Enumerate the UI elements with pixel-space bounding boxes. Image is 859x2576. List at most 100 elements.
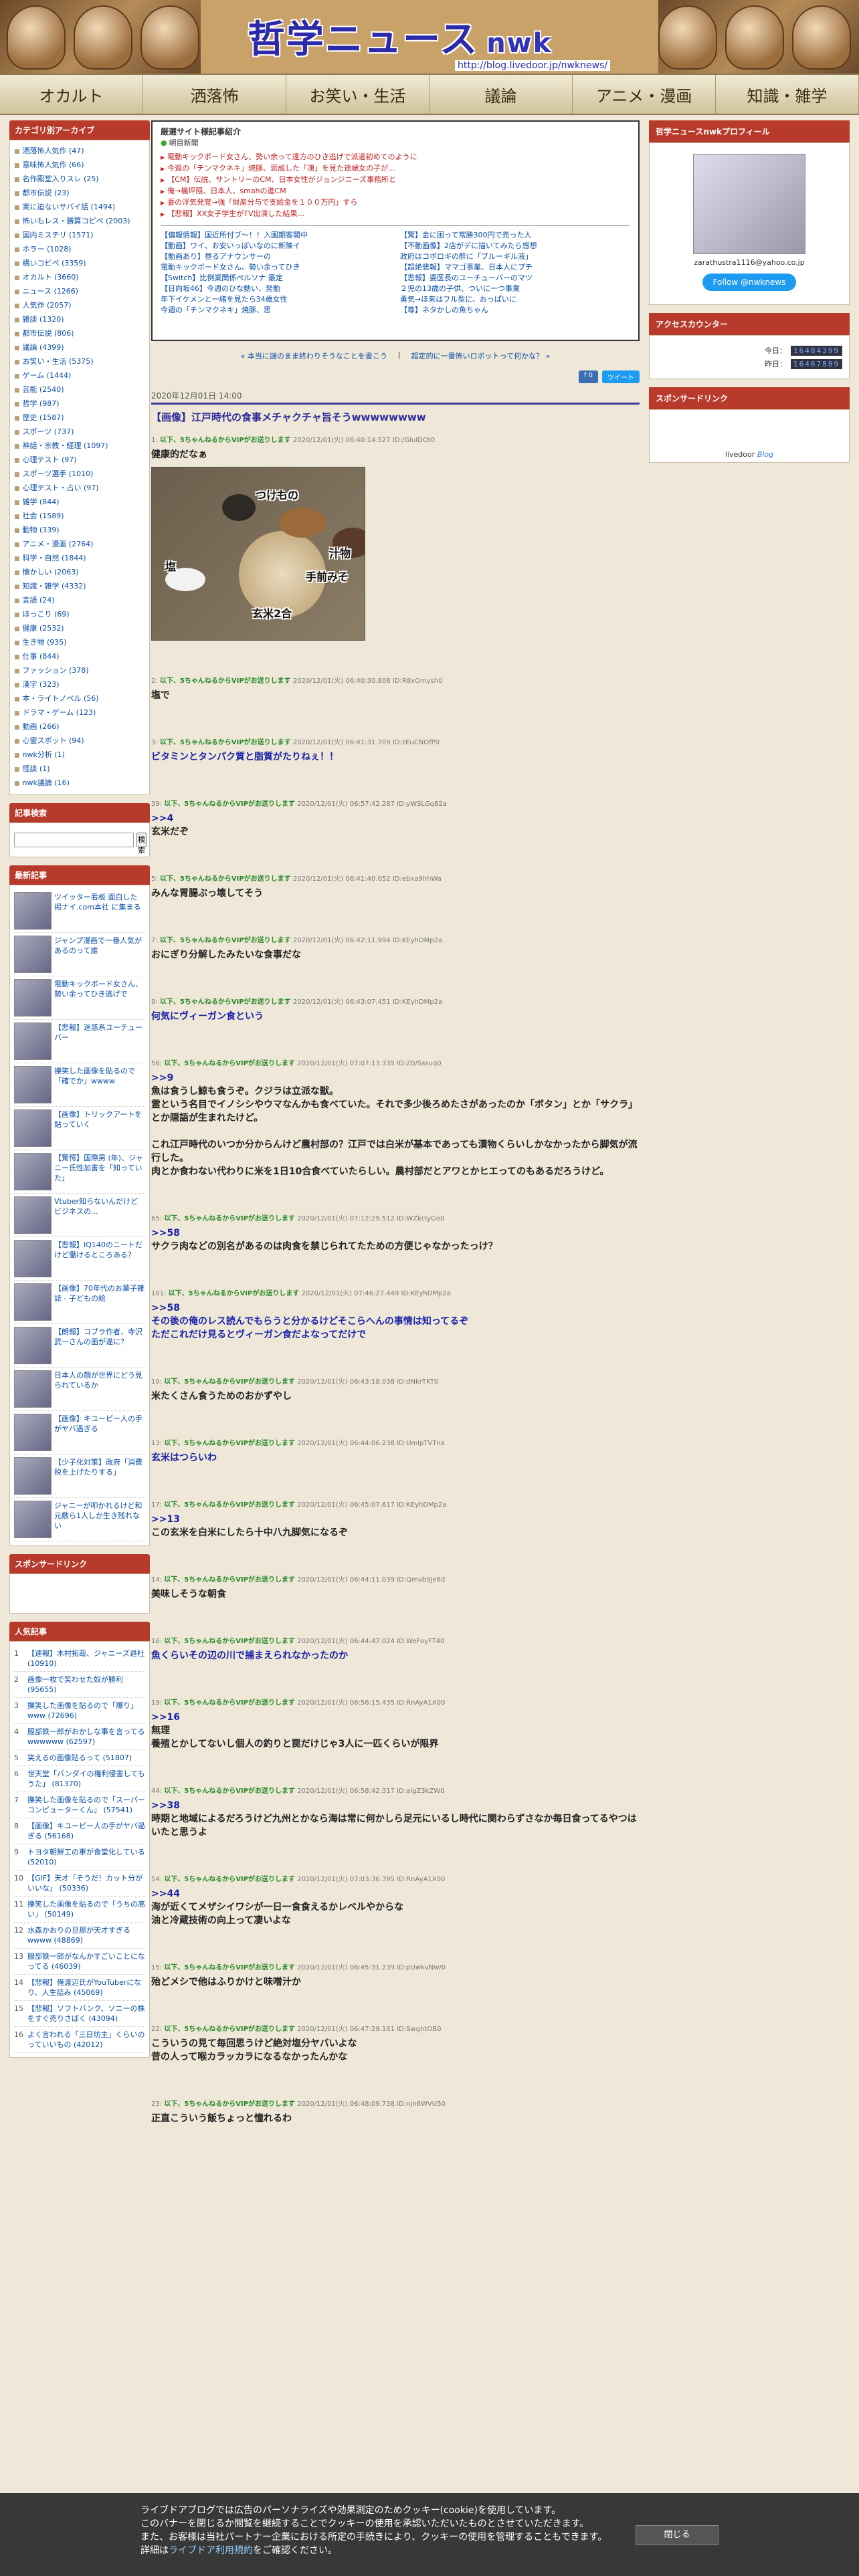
category-link[interactable]: スポーツ (737) bbox=[14, 425, 145, 439]
ranking-item[interactable]: 15 【悲報】ソフトバンク、ソニーの株をすぐ売りさばく (43094) bbox=[14, 2001, 145, 2027]
response-number[interactable]: 13: bbox=[151, 1440, 164, 1447]
linkbox-grid-link[interactable]: 【偏報情報】国近所付ブ〜！！入園期客閣中 bbox=[161, 230, 391, 241]
ranking-link[interactable]: 服部鉄一郎がなんかすごいことになってる (46039) bbox=[27, 1951, 145, 1971]
linkbox-link[interactable]: 俺→機坪限、日本人、smahの進CM bbox=[161, 186, 630, 197]
category-link[interactable]: nwk分析 (1) bbox=[14, 748, 145, 762]
category-link[interactable]: 動画 (266) bbox=[14, 720, 145, 734]
ranking-link[interactable]: 【GIF】天才「そうだ！カット分がいいな」 (50336) bbox=[27, 1873, 145, 1893]
response-number[interactable]: 17: bbox=[151, 1501, 164, 1509]
recent-article-thumbnail[interactable] bbox=[14, 1327, 52, 1364]
ranking-link[interactable]: 水森かおりの旦那が天才すぎるwwww (48869) bbox=[27, 1925, 145, 1945]
recent-article-title[interactable]: 【悲報】迷惑系ユーチューバー bbox=[54, 1023, 145, 1060]
recent-article-item[interactable]: 日本人の顔が世界にどう見られているか bbox=[14, 1368, 145, 1411]
response-number[interactable]: 54: bbox=[151, 1876, 164, 1883]
recent-article-item[interactable]: 【画像】トリックアートを貼っていく bbox=[14, 1107, 145, 1150]
ranking-item[interactable]: 4 服部鉄一郎がおかしな事を言ってるwwwwww (62597) bbox=[14, 1724, 145, 1750]
category-link[interactable]: 生き物 (935) bbox=[14, 636, 145, 650]
category-link[interactable]: 知識・雑学 (4332) bbox=[14, 580, 145, 594]
recent-article-thumbnail[interactable] bbox=[14, 1414, 52, 1451]
reply-anchor[interactable]: >>38 bbox=[151, 1800, 180, 1811]
response-number[interactable]: 15: bbox=[151, 1964, 164, 1971]
recent-article-title[interactable]: 【画像】70年代のお菓子雑誌 - 子どもの絵 bbox=[54, 1283, 145, 1321]
facebook-share-button[interactable]: f 0 bbox=[578, 370, 598, 383]
response-number[interactable]: 10: bbox=[151, 1378, 164, 1386]
response-number[interactable]: 23: bbox=[151, 2101, 164, 2108]
recent-article-item[interactable]: 電動キックボード女さん、勢い余ってひき逃げで bbox=[14, 976, 145, 1020]
category-link[interactable]: 都市伝説 (23) bbox=[14, 187, 145, 201]
recent-article-item[interactable]: 【悲報】IQ140のニートだけど働けるところある？ bbox=[14, 1237, 145, 1281]
search-input[interactable] bbox=[14, 833, 134, 847]
recent-article-item[interactable]: 【画像】キユーピー人の手がヤバ過ぎる bbox=[14, 1411, 145, 1455]
next-article-link[interactable]: 超定的に一番怖いロボットって何かな？ » bbox=[411, 350, 551, 361]
response-number[interactable]: 1: bbox=[151, 437, 160, 444]
recent-article-title[interactable]: 【画像】キユーピー人の手がヤバ過ぎる bbox=[54, 1414, 145, 1451]
recent-article-thumbnail[interactable] bbox=[14, 1023, 52, 1060]
reply-anchor[interactable]: >>16 bbox=[151, 1712, 180, 1723]
ranking-item[interactable]: 10 【GIF】天才「そうだ！カット分がいいな」 (50336) bbox=[14, 1870, 145, 1897]
cookie-close-button[interactable]: 閉じる bbox=[636, 2525, 719, 2545]
recent-article-item[interactable]: ツイッター看板 面白した 掲ナイ.com本社 に集まる bbox=[14, 889, 145, 933]
category-link[interactable]: 意味怖人気作 (66) bbox=[14, 158, 145, 173]
category-link[interactable]: ゲーム (1444) bbox=[14, 369, 145, 383]
ranking-link[interactable]: 擽笑した画像を貼るので「スーパーコンピューターくん」 (57541) bbox=[27, 1795, 145, 1815]
category-link[interactable]: ホラー (1028) bbox=[14, 243, 145, 257]
recent-article-item[interactable]: 【画像】70年代のお菓子雑誌 - 子どもの絵 bbox=[14, 1281, 145, 1324]
recent-article-thumbnail[interactable] bbox=[14, 892, 52, 930]
category-link[interactable]: ニュース (1266) bbox=[14, 285, 145, 299]
category-link[interactable]: 名作殿堂入りスレ (25) bbox=[14, 173, 145, 187]
category-link[interactable]: 構いコピペ (3359) bbox=[14, 257, 145, 271]
linkbox-grid-link[interactable]: ２児の13歳の子供、ついに一つ事業 bbox=[400, 284, 630, 294]
category-link[interactable]: 本・ライトノベル (56) bbox=[14, 692, 145, 706]
category-link[interactable]: ほっこり (69) bbox=[14, 608, 145, 622]
ranking-item[interactable]: 16 よく言われる「三日坊主」くらいのっていいもの (42012) bbox=[14, 2027, 145, 2053]
category-link[interactable]: 雑学 (844) bbox=[14, 496, 145, 510]
linkbox-grid-link[interactable]: 【驚】金に困って常勝300円で売った人 bbox=[400, 230, 630, 241]
category-link[interactable]: アニメ・漫画 (2764) bbox=[14, 538, 145, 552]
category-link[interactable]: 怖いもレス・勝算コピペ (2003) bbox=[14, 215, 145, 229]
response-number[interactable]: 5: bbox=[151, 875, 160, 883]
ranking-link[interactable]: 世天堂「バンダイの権利侵害してもうた」 (81370) bbox=[27, 1769, 145, 1789]
recent-article-item[interactable]: 【悲報】迷惑系ユーチューバー bbox=[14, 1020, 145, 1063]
ranking-item[interactable]: 11 擽笑した画像を貼るので「うちの高い」 (50149) bbox=[14, 1897, 145, 1923]
linkbox-grid-link[interactable]: 【悲報】婆医長のユーチューバーのマツ bbox=[400, 273, 630, 284]
post-title[interactable]: 【画像】江戸時代の食事メチャクチャ旨そうwwwwwwww bbox=[151, 410, 640, 424]
recent-article-item[interactable]: 【驚愕】国際男 (年)、ジャニー氏性加害を「知っていた」 bbox=[14, 1150, 145, 1194]
category-link[interactable]: 国内ミステリ (1571) bbox=[14, 229, 145, 243]
ranking-item[interactable]: 12 水森かおりの旦那が天才すぎるwwww (48869) bbox=[14, 1923, 145, 1949]
nav-anime[interactable]: アニメ・漫画 bbox=[573, 75, 716, 114]
linkbox-link[interactable]: 電動キックボード女さん、勢い余って遠方のひき逃げで派遣初めてのように bbox=[161, 152, 630, 163]
nav-giron[interactable]: 議論 bbox=[430, 75, 573, 114]
ranking-item[interactable]: 7 擽笑した画像を貼るので「スーパーコンピューターくん」 (57541) bbox=[14, 1792, 145, 1818]
recent-article-title[interactable]: 【少子化対策】政府「消費税を上げたりする」 bbox=[54, 1457, 145, 1495]
site-url[interactable]: http://blog.livedoor.jp/nwknews/ bbox=[455, 60, 611, 71]
category-link[interactable]: ドラマ・ゲーム (123) bbox=[14, 706, 145, 720]
category-link[interactable]: 科学・自然 (1844) bbox=[14, 552, 145, 566]
category-link[interactable]: 歴史 (1587) bbox=[14, 411, 145, 425]
category-link[interactable]: 都市伝説 (806) bbox=[14, 327, 145, 341]
linkbox-grid-link[interactable]: 年下イケメンと一緒を見たら34歳女性 bbox=[161, 294, 391, 305]
recent-article-thumbnail[interactable] bbox=[14, 1457, 52, 1495]
linkbox-subtitle[interactable]: 朝目新聞 bbox=[161, 137, 630, 148]
response-number[interactable]: 22: bbox=[151, 2026, 164, 2033]
category-link[interactable]: 芸能 (2540) bbox=[14, 383, 145, 397]
recent-article-title[interactable]: 擽笑した画像を貼るので「確でか」wwww bbox=[54, 1066, 145, 1103]
ranking-item[interactable]: 6 世天堂「バンダイの権利侵害してもうた」 (81370) bbox=[14, 1766, 145, 1792]
category-link[interactable]: 哲学 (987) bbox=[14, 397, 145, 411]
recent-article-thumbnail[interactable] bbox=[14, 936, 52, 973]
reply-anchor[interactable]: >>44 bbox=[151, 1889, 180, 1899]
recent-article-title[interactable]: 【朗報】コブラ作者、寺沢武一さんの画が遂に？ bbox=[54, 1327, 145, 1364]
recent-article-thumbnail[interactable] bbox=[14, 1501, 52, 1538]
linkbox-grid-link[interactable]: 今週の「チンマクネキ」焼豚、思 bbox=[161, 305, 391, 316]
linkbox-link[interactable]: 【CM】伝説、サントリーのCM、日本女性がジョンジニーズ事務所と bbox=[161, 175, 630, 186]
ranking-link[interactable]: 【悲報】ソフトバンク、ソニーの株をすぐ売りさばく (43094) bbox=[27, 2004, 145, 2024]
recent-article-title[interactable]: Vtuber知らないんだけど ビジネスの... bbox=[54, 1196, 145, 1234]
ranking-link[interactable]: 画像一枚で笑わせた奴が勝利 (95655) bbox=[27, 1675, 145, 1695]
response-number[interactable]: 65: bbox=[151, 1215, 164, 1222]
linkbox-grid-link[interactable]: 電動キックボード女さん、勢い余ってひき bbox=[161, 262, 391, 273]
site-title[interactable]: 哲学ニュース nwk bbox=[248, 9, 622, 62]
category-link[interactable]: 言語 (24) bbox=[14, 594, 145, 608]
recent-article-thumbnail[interactable] bbox=[14, 979, 52, 1016]
profile-mail[interactable]: zarathustra1116@yahoo.co.jp bbox=[656, 258, 842, 267]
livedoor-blog-logo[interactable]: livedoor Blog bbox=[656, 417, 842, 463]
recent-article-item[interactable]: 擽笑した画像を貼るので「確でか」wwww bbox=[14, 1063, 145, 1107]
